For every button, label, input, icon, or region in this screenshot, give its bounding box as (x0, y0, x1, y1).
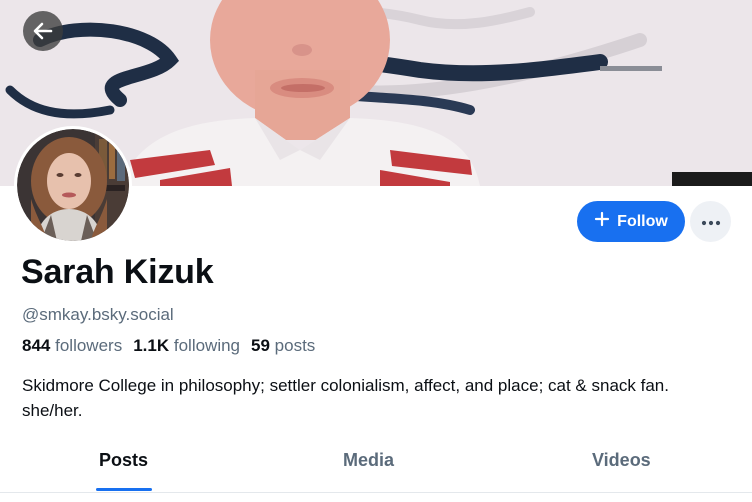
followers-stat[interactable]: 844 followers (22, 336, 122, 356)
tab-posts[interactable]: Posts (99, 450, 148, 471)
following-stat[interactable]: 1.1K following (133, 336, 240, 356)
profile-handle: @smkay.bsky.social (22, 305, 174, 324)
posts-label: posts (274, 336, 316, 355)
more-options-button[interactable] (690, 201, 731, 242)
follow-button[interactable]: Follow (577, 201, 685, 242)
posts-stat: 59 posts (251, 336, 315, 356)
ellipsis-icon (701, 213, 721, 231)
following-count: 1.1K (133, 336, 170, 355)
follow-button-label: Follow (617, 212, 668, 230)
active-tab-indicator (96, 488, 152, 491)
followers-label: followers (55, 336, 123, 355)
plus-icon (594, 211, 610, 232)
tab-media[interactable]: Media (343, 450, 394, 471)
display-name: Sarah Kizuk (21, 253, 214, 291)
following-label: following (173, 336, 241, 355)
avatar-image (17, 129, 129, 241)
profile-page: Follow Sarah Kizuk @smkay.bsky.social 84… (0, 0, 752, 502)
back-button[interactable] (23, 11, 63, 51)
profile-stats: 844 followers 1.1K following 59 posts (22, 336, 315, 356)
arrow-left-icon (32, 20, 54, 42)
avatar[interactable] (14, 126, 132, 244)
tab-videos[interactable]: Videos (592, 450, 651, 471)
followers-count: 844 (22, 336, 51, 355)
profile-bio: Skidmore College in philosophy; settler … (22, 376, 669, 420)
posts-count: 59 (251, 336, 270, 355)
profile-tabs: Posts Media Videos (0, 440, 752, 493)
